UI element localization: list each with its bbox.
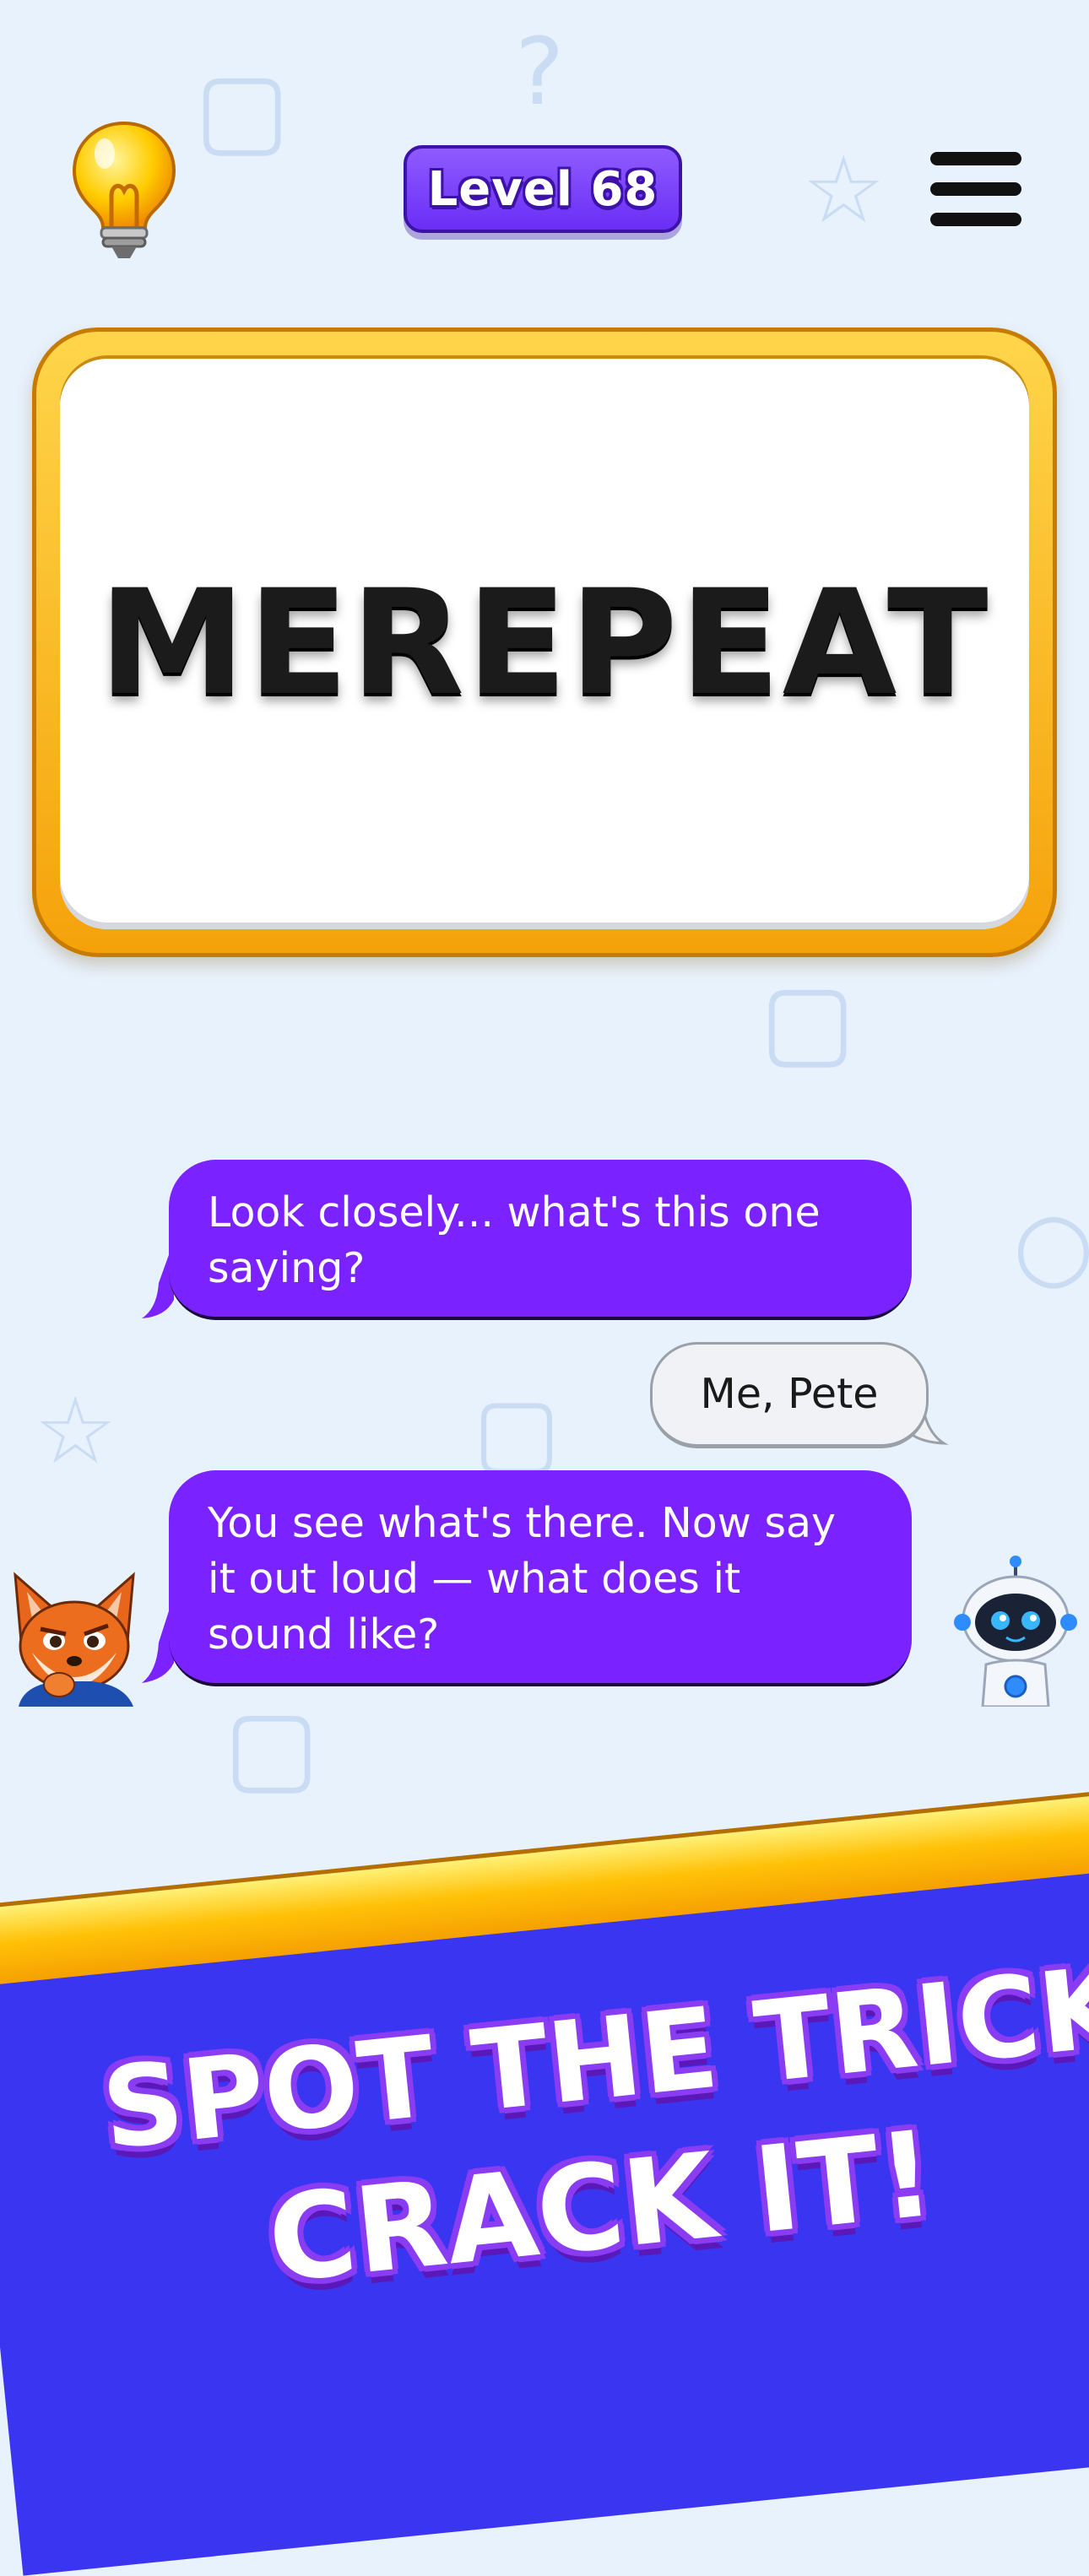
background-puzzle-icon: ▢: [473, 1377, 561, 1485]
level-badge: Level 68: [404, 145, 682, 233]
background-bulb-icon: ☆: [34, 1377, 117, 1485]
chat-bubble-fox: Look closely... what's this one saying?: [169, 1160, 912, 1320]
level-label: Level 68: [427, 161, 658, 217]
chat-message-text: Me, Pete: [700, 1370, 879, 1418]
promo-banner: SPOT THE TRICK. CRACK IT!: [0, 1728, 1089, 2576]
background-bulb-icon: ☆: [802, 136, 886, 244]
puzzle-frame: MEREPEAT: [32, 327, 1057, 957]
background-puzzle-icon: ▢: [760, 962, 856, 1080]
chat-bubble-player: Me, Pete: [650, 1342, 929, 1448]
background-chat-icon: ○: [1013, 1191, 1089, 1299]
chat-bubble-fox: You see what's there. Now say it out lou…: [169, 1470, 912, 1686]
puzzle-word: MEREPEAT: [99, 557, 990, 728]
background-puzzle-icon: ▢: [224, 1688, 320, 1805]
chat-message-text: Look closely... what's this one saying?: [208, 1188, 821, 1292]
puzzle-card: MEREPEAT: [60, 355, 1029, 929]
background-puzzle-icon: ▢: [194, 51, 290, 168]
background-question-icon: ?: [515, 18, 565, 126]
chat-message-text: You see what's there. Now say it out lou…: [208, 1499, 836, 1659]
hamburger-menu-icon[interactable]: [930, 149, 1021, 230]
robot-avatar: [952, 1555, 1079, 1708]
lightbulb-icon[interactable]: [69, 118, 179, 262]
fox-avatar: [7, 1558, 142, 1707]
